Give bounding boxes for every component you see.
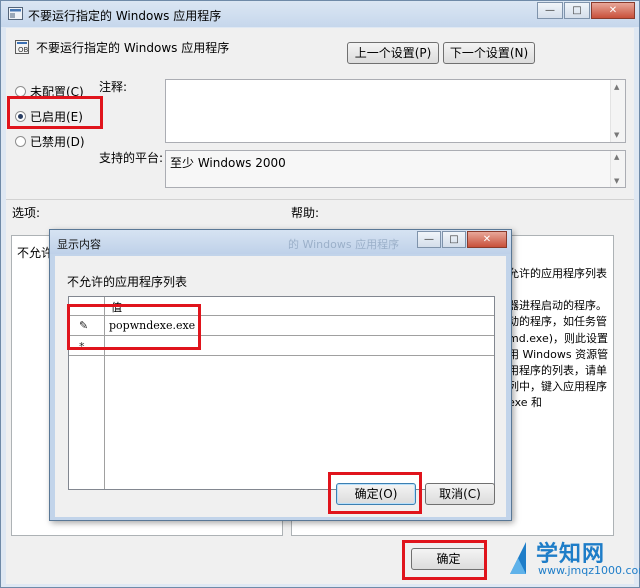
previous-setting-button[interactable]: 上一个设置(P) [347, 42, 439, 64]
scroll-up-icon[interactable]: ▲ [614, 153, 619, 161]
close-button[interactable]: ✕ [591, 2, 635, 19]
maximize-button[interactable]: □ [564, 2, 590, 19]
help-line: 用 Windows 资源管 [508, 347, 609, 361]
highlight-dialog-ok [328, 472, 422, 514]
dialog-ghost-title: 的 Windows 应用程序 [288, 238, 400, 251]
scroll-down-icon[interactable]: ▼ [614, 131, 619, 139]
policy-heading: 不要运行指定的 Windows 应用程序 [36, 41, 230, 55]
watermark: 学知网 www.jmqz1000.com [506, 534, 640, 586]
section-divider [6, 199, 634, 200]
comment-field[interactable]: ▲ ▼ [165, 79, 626, 143]
help-line [508, 282, 613, 298]
next-setting-button[interactable]: 下一个设置(N) [443, 42, 535, 64]
dialog-titlebar[interactable]: 显示内容 的 Windows 应用程序 — □ ✕ [50, 230, 511, 254]
radio-disabled[interactable]: 已禁用(D) [15, 133, 85, 150]
window-titlebar[interactable]: 不要运行指定的 Windows 应用程序 — □ ✕ [1, 1, 639, 27]
dialog-body: 不允许的应用程序列表 值 ✎ popwndexe.exe * 确定(O) 取消(… [55, 256, 506, 517]
radio-label: 已禁用(D) [30, 135, 85, 149]
help-line: md.exe)，则此设置 [508, 331, 608, 345]
policy-setting-icon: OB [15, 40, 29, 54]
policy-icon [8, 7, 23, 20]
window-title: 不要运行指定的 Windows 应用程序 [28, 9, 222, 23]
show-contents-dialog: 显示内容 的 Windows 应用程序 — □ ✕ 不允许的应用程序列表 值 ✎… [49, 229, 512, 521]
highlight-main-ok [402, 540, 487, 580]
scroll-down-icon[interactable]: ▼ [614, 177, 619, 185]
dialog-cancel-button[interactable]: 取消(C) [425, 483, 495, 505]
help-line: 器进程启动的程序。 [508, 299, 607, 313]
options-label: 选项: [12, 206, 41, 220]
highlight-value-entry [67, 304, 201, 350]
help-line: 动的程序，如任务管 [508, 315, 607, 329]
help-line: 列中，键入应用程序 [508, 380, 607, 394]
platform-label: 支持的平台: [99, 151, 164, 165]
minimize-button[interactable]: — [537, 2, 563, 19]
dialog-close-button[interactable]: ✕ [467, 231, 507, 248]
dialog-title: 显示内容 [57, 238, 101, 251]
scroll-up-icon[interactable]: ▲ [614, 83, 619, 91]
svg-text:OB: OB [18, 46, 29, 54]
watermark-url: www.jmqz1000.com [538, 564, 640, 577]
disallowed-apps-label: 不允许的应用程序列表 [67, 275, 188, 289]
platform-scrollbar[interactable]: ▲ ▼ [610, 151, 625, 187]
comment-label: 注释: [99, 80, 128, 94]
help-label: 帮助: [291, 206, 320, 220]
dialog-minimize-button[interactable]: — [417, 231, 441, 248]
help-text-block: 允许的应用程序列表 器进程启动的程序。 动的程序，如任务管 md.exe)，则此… [508, 266, 613, 412]
help-line: exe 和 [508, 396, 543, 410]
highlight-enabled [7, 96, 103, 129]
help-line: 用程序的列表，请单 [508, 364, 607, 378]
watermark-logo-icon [510, 542, 526, 574]
radio-circle[interactable] [15, 136, 26, 147]
platform-value: 至少 Windows 2000 [170, 156, 286, 170]
help-line: 允许的应用程序列表 [508, 267, 607, 280]
platform-field: 至少 Windows 2000 ▲ ▼ [165, 150, 626, 188]
dialog-maximize-button[interactable]: □ [442, 231, 466, 248]
comment-scrollbar[interactable]: ▲ ▼ [610, 80, 625, 142]
